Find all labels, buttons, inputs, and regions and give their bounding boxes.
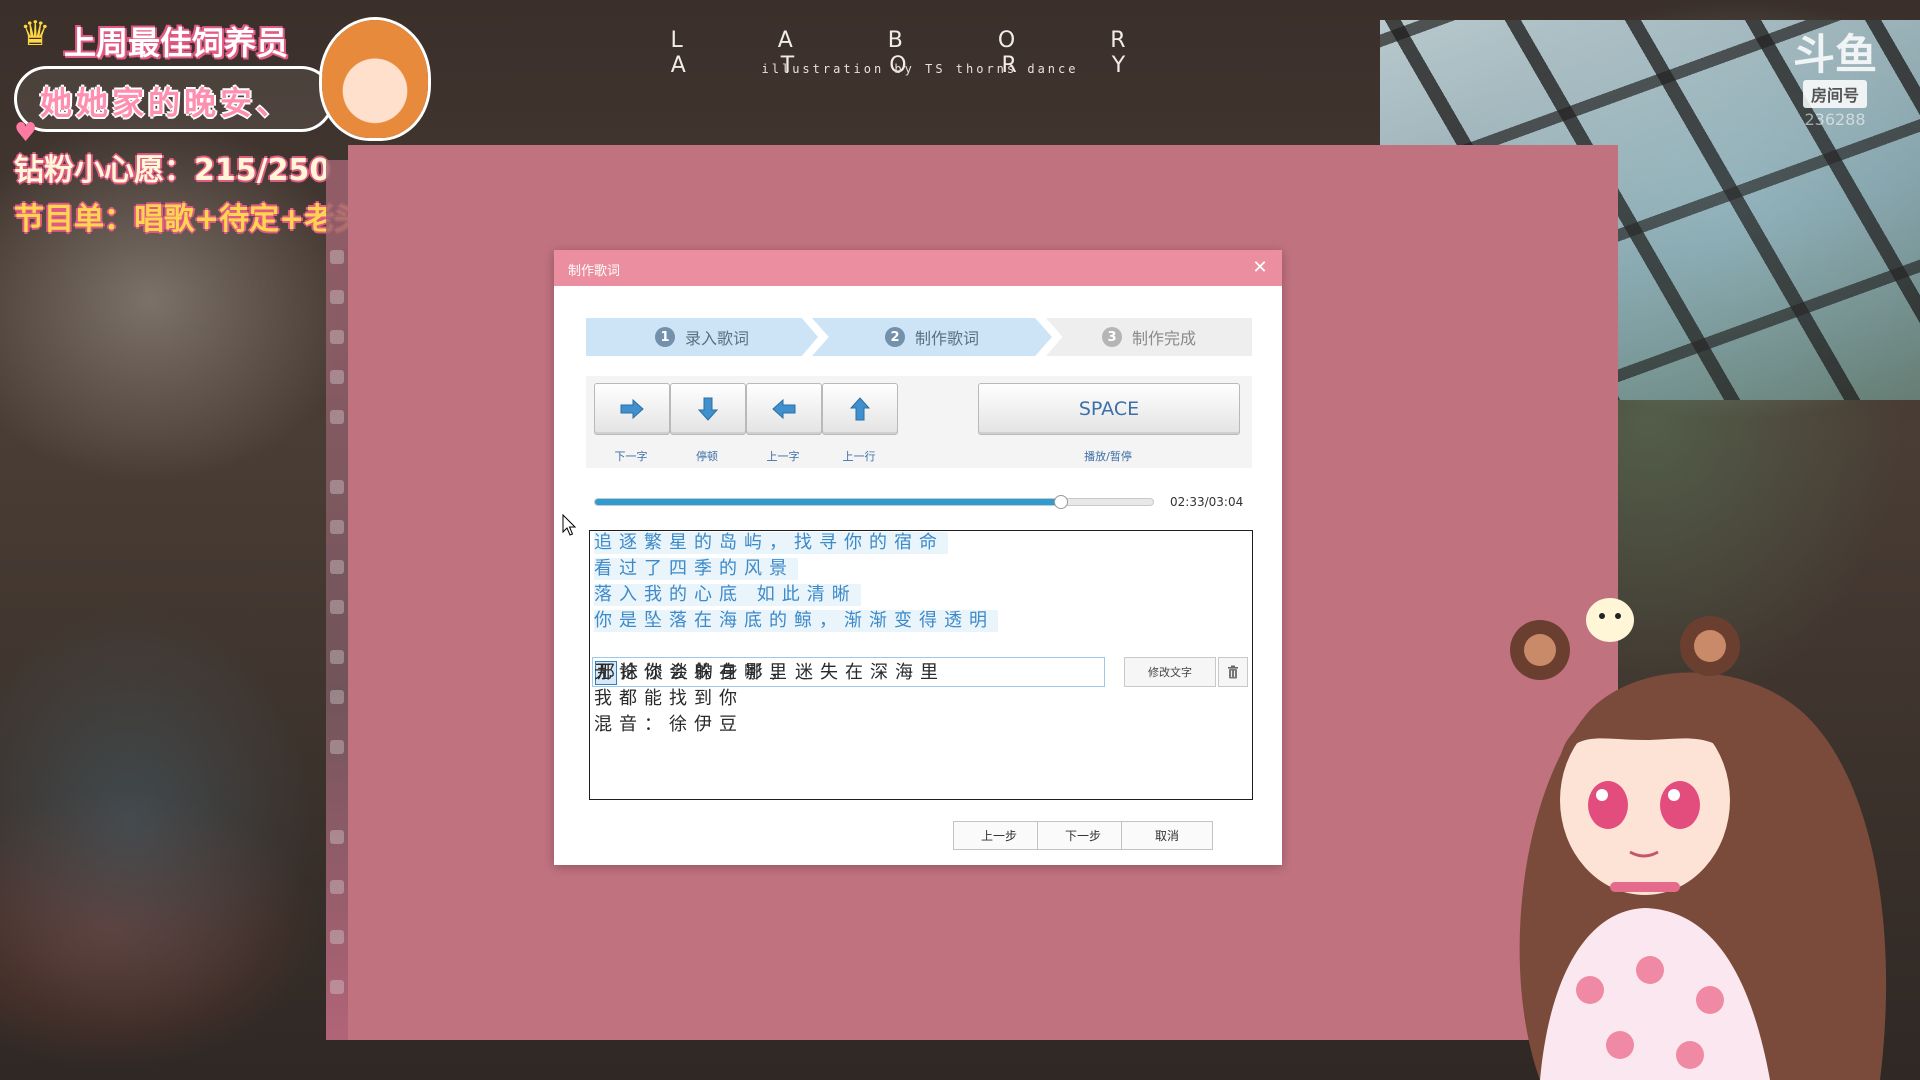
lyric-line-done[interactable]: 落入我的心底 如此清晰	[594, 584, 861, 606]
lyric-line-pending[interactable]: 混音：徐伊豆	[594, 714, 748, 736]
rail-icon[interactable]	[330, 370, 344, 384]
step-enter-lyrics: 1 录入歌词	[586, 318, 818, 356]
timing-controls: 下一字 停顿 上一字 上一行 SPACE 播放/暂停	[586, 376, 1252, 468]
dialog-title: 制作歌词	[568, 264, 621, 279]
next-step-button[interactable]: 下一步	[1037, 821, 1129, 850]
step-label: 制作完成	[1131, 329, 1196, 348]
lyric-line-done[interactable]: 追逐繁星的岛屿，找寻你的宿命	[594, 532, 948, 554]
platform-logo: 斗鱼 房间号 236288	[1780, 30, 1890, 129]
cancel-button[interactable]: 取消	[1121, 821, 1213, 850]
rail-icon[interactable]	[330, 830, 344, 844]
step-number: 3	[1101, 327, 1122, 347]
playback-time: 02:33/03:04	[1170, 495, 1244, 509]
delete-line-button[interactable]	[1218, 657, 1248, 687]
anime-character-icon	[322, 20, 428, 138]
lyric-line-pending[interactable]: 无论你会躲在哪里	[594, 662, 798, 684]
best-feeder-name: 她她家的晚安、	[40, 84, 293, 122]
rail-icon[interactable]	[330, 250, 344, 264]
previous-step-button[interactable]: 上一步	[953, 821, 1045, 850]
room-number: 236288	[1804, 110, 1866, 129]
pause-label: 停顿	[696, 450, 718, 463]
prev-line-button[interactable]	[822, 383, 898, 435]
lyric-line-pending[interactable]: 我都能找到你	[594, 688, 748, 710]
step-number: 1	[654, 327, 675, 347]
make-lyrics-dialog: 制作歌词 ✕ 1 录入歌词 2 制作歌词 3 制作完成 下一字 停顿 上一字 上…	[554, 250, 1282, 865]
next-char-button[interactable]	[594, 383, 670, 435]
rail-icon[interactable]	[330, 410, 344, 424]
dialog-titlebar[interactable]: 制作歌词 ✕	[554, 250, 1282, 286]
progress-fill	[595, 499, 1061, 505]
weekly-best-label: 上周最佳饲养员	[64, 24, 289, 62]
playback-progress-bar[interactable]	[594, 495, 1154, 509]
prev-char-button[interactable]	[746, 383, 822, 435]
arrow-right-icon	[620, 398, 644, 420]
stream-subtitle: illustration by TS thorns dance	[761, 62, 1079, 76]
edit-text-button[interactable]: 修改文字	[1124, 657, 1216, 687]
step-make-lyrics: 2 制作歌词	[812, 318, 1052, 356]
prev-char-label: 上一字	[766, 450, 800, 463]
rail-icon[interactable]	[330, 290, 344, 304]
pause-button[interactable]	[670, 383, 746, 435]
step-number: 2	[884, 327, 905, 347]
lyric-line-done[interactable]: 你是坠落在海底的鲸，渐渐变得透明	[594, 610, 998, 632]
trash-icon	[1228, 665, 1238, 679]
prev-line-label: 上一行	[842, 450, 876, 463]
arrow-up-icon	[849, 397, 871, 421]
step-label: 制作歌词	[914, 329, 979, 348]
rail-icon[interactable]	[330, 560, 344, 574]
rail-icon[interactable]	[330, 880, 344, 894]
rail-icon[interactable]	[330, 650, 344, 664]
arrow-left-icon	[772, 398, 796, 420]
side-toolbar	[326, 160, 350, 1040]
rail-icon[interactable]	[330, 520, 344, 534]
rail-icon[interactable]	[330, 330, 344, 344]
step-indicator: 1 录入歌词 2 制作歌词 3 制作完成	[586, 318, 1252, 356]
rail-icon[interactable]	[330, 930, 344, 944]
rail-icon[interactable]	[330, 480, 344, 494]
rail-icon[interactable]	[330, 600, 344, 614]
platform-logo-text: 斗鱼	[1792, 30, 1877, 79]
play-pause-label: 播放/暂停	[1084, 450, 1132, 463]
rail-icon[interactable]	[330, 980, 344, 994]
rail-icon[interactable]	[330, 690, 344, 704]
heart-icon: ♥	[14, 118, 38, 148]
fan-wish-text: 钻粉小心愿：215/250	[14, 153, 331, 188]
arrow-down-icon	[697, 397, 719, 421]
progress-thumb[interactable]	[1053, 495, 1068, 509]
mouse-cursor-icon	[562, 514, 576, 536]
vtuber-avatar	[1510, 598, 1887, 1080]
space-play-pause-button[interactable]: SPACE	[978, 383, 1240, 435]
step-label: 录入歌词	[684, 329, 749, 348]
crown-icon: ♛	[20, 14, 51, 54]
step-finish: 3 制作完成	[1046, 318, 1252, 356]
room-label: 房间号	[1802, 80, 1867, 108]
lyric-line-done[interactable]: 看过了四季的风景	[594, 558, 798, 580]
next-char-label: 下一字	[614, 450, 648, 463]
lyrics-editor[interactable]: 追逐繁星的岛屿，找寻你的宿命 看过了四季的风景 落入我的心底 如此清晰 你是坠落…	[589, 530, 1253, 800]
close-icon[interactable]: ✕	[1248, 256, 1272, 280]
rail-icon[interactable]	[330, 740, 344, 754]
